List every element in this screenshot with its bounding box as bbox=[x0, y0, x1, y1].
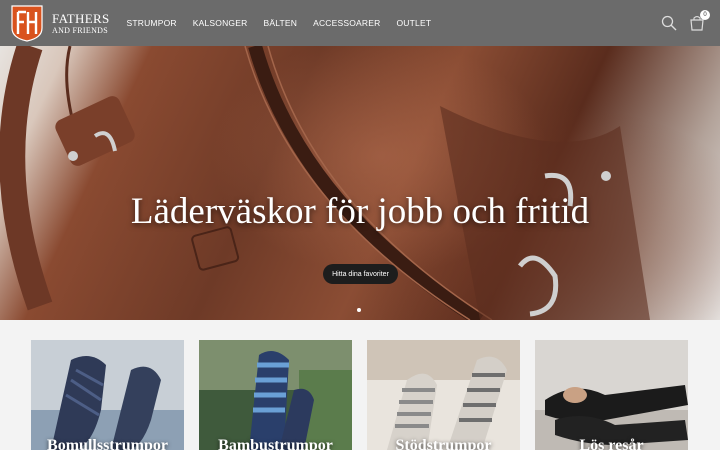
header-actions: 0 bbox=[650, 10, 710, 32]
category-label: Lös resår bbox=[579, 437, 644, 450]
socks-image bbox=[367, 340, 520, 450]
nav-item-kalsonger[interactable]: KALSONGER bbox=[193, 18, 248, 28]
category-grid: Bomullsstrumpor Bambustrumpor Stödstrump… bbox=[0, 320, 720, 450]
category-label: Bambustrumpor bbox=[218, 437, 333, 450]
socks-image bbox=[31, 340, 184, 450]
category-tile-stodstrumpor[interactable]: Stödstrumpor bbox=[367, 340, 520, 450]
brand-logo[interactable]: FATHERS AND FRIENDS bbox=[10, 3, 109, 43]
hero-title: Läderväskor för jobb och fritid bbox=[130, 191, 590, 232]
brand-name: FATHERS AND FRIENDS bbox=[52, 12, 109, 35]
logo-shield-icon bbox=[11, 5, 43, 42]
category-tile-bambustrumpor[interactable]: Bambustrumpor bbox=[199, 340, 352, 450]
nav-item-outlet[interactable]: OUTLET bbox=[396, 18, 431, 28]
nav-item-balten[interactable]: BÄLTEN bbox=[263, 18, 297, 28]
nav-item-accessoarer[interactable]: ACCESSOARER bbox=[313, 18, 380, 28]
brand-line-2: AND FRIENDS bbox=[52, 25, 108, 35]
main-nav: STRUMPOR KALSONGER BÄLTEN ACCESSOARER OU… bbox=[126, 18, 447, 28]
socks-image bbox=[199, 340, 352, 450]
find-favorites-button[interactable]: Hitta dina favoriter bbox=[323, 264, 398, 284]
cart-count-badge: 0 bbox=[700, 10, 710, 20]
brand-line-1: FATHERS bbox=[52, 10, 110, 26]
category-label: Bomullsstrumpor bbox=[47, 437, 168, 450]
category-label: Stödstrumpor bbox=[395, 437, 492, 450]
category-tile-los-resar[interactable]: Lös resår bbox=[535, 340, 688, 450]
nav-item-strumpor[interactable]: STRUMPOR bbox=[126, 18, 176, 28]
hero-banner[interactable]: Läderväskor för jobb och fritid Hitta di… bbox=[0, 46, 720, 320]
cart-button[interactable]: 0 bbox=[688, 10, 710, 32]
search-icon[interactable] bbox=[660, 14, 678, 32]
socks-image bbox=[535, 340, 688, 450]
slide-indicator-dot[interactable] bbox=[357, 308, 361, 312]
site-header: FATHERS AND FRIENDS STRUMPOR KALSONGER B… bbox=[0, 0, 720, 46]
category-tile-bomullsstrumpor[interactable]: Bomullsstrumpor bbox=[31, 340, 184, 450]
